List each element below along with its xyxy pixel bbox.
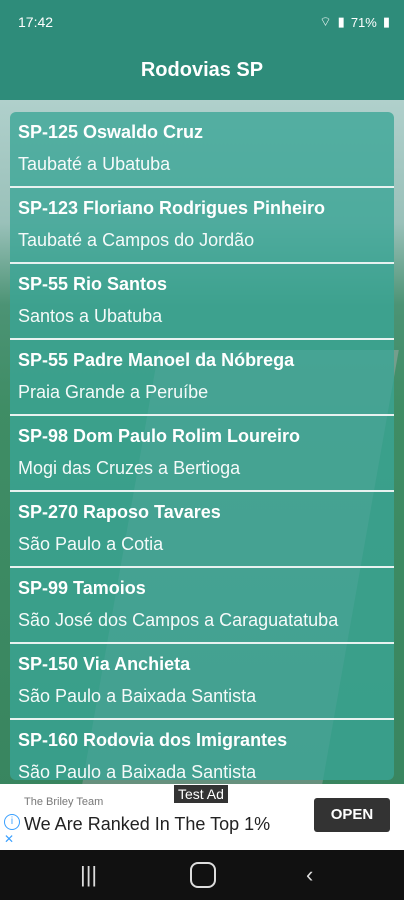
home-icon[interactable] (190, 862, 216, 888)
ad-label: Test Ad (174, 785, 228, 803)
navigation-bar: ||| ‹ (0, 850, 404, 900)
wifi-icon: ⌔ (319, 14, 332, 29)
route-subtitle: São Paulo a Cotia (18, 534, 164, 554)
ad-banner[interactable]: Test Ad The Briley Team i We Are Ranked … (0, 784, 404, 850)
battery-percent: 71% (350, 14, 377, 30)
list-item[interactable]: SP-123 Floriano Rodrigues Pinheiro Tauba… (10, 188, 394, 264)
battery-icon: ▮ (382, 14, 390, 29)
route-title: SP-125 Oswaldo Cruz (18, 122, 204, 142)
signal-icon: ▮ (337, 14, 345, 29)
info-icon[interactable]: i (4, 814, 20, 830)
close-icon[interactable]: ✕ (4, 832, 14, 846)
route-title: SP-99 Tamoios (18, 578, 146, 598)
app-bar: Rodovias SP (0, 44, 404, 100)
route-subtitle: Mogi das Cruzes a Bertioga (18, 458, 241, 478)
route-subtitle: São Paulo a Baixada Santista (18, 762, 257, 780)
open-button[interactable]: OPEN (314, 798, 390, 832)
route-title: SP-123 Floriano Rodrigues Pinheiro (18, 198, 326, 218)
list-item[interactable]: SP-150 Via Anchieta São Paulo a Baixada … (10, 644, 394, 720)
route-title: SP-55 Rio Santos (18, 274, 168, 294)
route-title: SP-270 Raposo Tavares (18, 502, 221, 522)
route-title: SP-160 Rodovia dos Imigrantes (18, 730, 288, 750)
list-item[interactable]: SP-55 Rio Santos Santos a Ubatuba (10, 264, 394, 340)
status-icons: ⌔ ▮ 71% ▮ (319, 14, 390, 30)
back-icon[interactable]: ‹ (306, 862, 313, 888)
route-title: SP-55 Padre Manoel da Nóbrega (18, 350, 295, 370)
ad-brand: The Briley Team (24, 796, 104, 808)
route-title: SP-150 Via Anchieta (18, 654, 191, 674)
route-title: SP-98 Dom Paulo Rolim Loureiro (18, 426, 301, 446)
status-time: 17:42 (18, 14, 54, 30)
route-subtitle: Taubaté a Campos do Jordão (18, 230, 255, 250)
route-subtitle: São Paulo a Baixada Santista (18, 686, 257, 706)
route-subtitle: Praia Grande a Peruíbe (18, 382, 209, 402)
recent-apps-icon[interactable]: ||| (80, 862, 97, 888)
list-item[interactable]: SP-270 Raposo Tavares São Paulo a Cotia (10, 492, 394, 568)
route-subtitle: Taubaté a Ubatuba (18, 154, 171, 174)
route-subtitle: Santos a Ubatuba (18, 306, 163, 326)
route-subtitle: São José dos Campos a Caraguatatuba (18, 610, 339, 630)
ad-headline[interactable]: We Are Ranked In The Top 1% (24, 814, 270, 835)
page-title: Rodovias SP (140, 59, 264, 81)
status-bar: 17:42 ⌔ ▮ 71% ▮ (0, 0, 404, 44)
list-item[interactable]: SP-125 Oswaldo Cruz Taubaté a Ubatuba (10, 112, 394, 188)
list-item[interactable]: SP-98 Dom Paulo Rolim Loureiro Mogi das … (10, 416, 394, 492)
list-item[interactable]: SP-99 Tamoios São José dos Campos a Cara… (10, 568, 394, 644)
list-item[interactable]: SP-160 Rodovia dos Imigrantes São Paulo … (10, 720, 394, 780)
list-item[interactable]: SP-55 Padre Manoel da Nóbrega Praia Gran… (10, 340, 394, 416)
routes-list[interactable]: SP-125 Oswaldo Cruz Taubaté a Ubatuba SP… (10, 112, 394, 780)
